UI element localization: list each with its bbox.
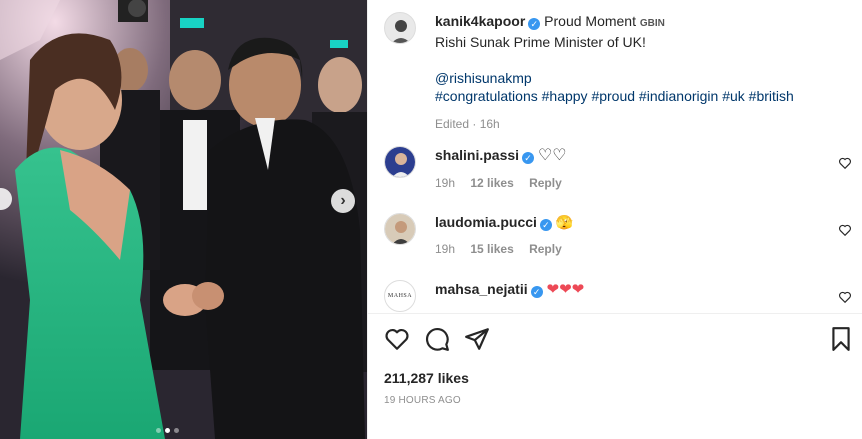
comment-time: 19h xyxy=(435,176,456,190)
comment: laudomia.pucci ✓ 🫣 19h 15 likes Reply xyxy=(384,213,854,258)
post-actions xyxy=(384,326,854,354)
commenter-avatar[interactable] xyxy=(384,213,416,245)
comment: shalini.passi ✓ ♡♡ 19h 12 likes Reply xyxy=(384,146,854,192)
comment: MAHSA mahsa_nejatii ✓ ❤❤❤ xyxy=(384,280,854,312)
verified-icon: ✓ xyxy=(530,286,543,298)
post-media[interactable]: › xyxy=(0,0,367,439)
hashtags[interactable]: #congratulations #happy #proud #indianor… xyxy=(435,87,794,105)
comment-likes[interactable]: 12 likes xyxy=(470,176,513,190)
commenter-avatar-text: MAHSA xyxy=(387,293,413,299)
next-slide-button[interactable]: › xyxy=(331,189,355,213)
comment-likes[interactable]: 15 likes xyxy=(470,242,513,256)
post-details-panel: kanik4kapoor ✓ Proud Moment GBIN Rishi Su… xyxy=(367,0,862,439)
author-username[interactable]: kanik4kapoor xyxy=(435,13,525,29)
slide-dot xyxy=(174,428,179,433)
bookmark-icon[interactable] xyxy=(828,326,854,352)
slide-indicator xyxy=(156,428,179,433)
verified-icon: ✓ xyxy=(528,18,541,30)
caption-flag: GBIN xyxy=(639,18,665,29)
mention-link[interactable]: @rishisunakmp xyxy=(435,69,794,87)
comment-username[interactable]: shalini.passi xyxy=(435,147,519,163)
caption-title: Proud Moment xyxy=(544,13,636,29)
share-icon[interactable] xyxy=(464,326,490,352)
comment-username[interactable]: laudomia.pucci xyxy=(435,214,537,230)
slide-dot xyxy=(156,428,161,433)
commenter-avatar[interactable]: MAHSA xyxy=(384,280,416,312)
post-timestamp[interactable]: 19 HOURS AGO xyxy=(384,395,461,406)
reply-button[interactable]: Reply xyxy=(529,176,562,190)
verified-icon: ✓ xyxy=(522,152,535,164)
chevron-right-icon: › xyxy=(340,192,346,209)
caption-line: Rishi Sunak Prime Minister of UK! xyxy=(435,34,646,50)
divider xyxy=(368,313,862,314)
author-avatar[interactable] xyxy=(384,12,416,44)
heart-icon[interactable] xyxy=(384,326,410,352)
edited-label: Edited · 16h xyxy=(435,117,500,131)
comment-time: 19h xyxy=(435,242,456,256)
slide-dot-active xyxy=(165,428,170,433)
comment-username[interactable]: mahsa_nejatii xyxy=(435,281,528,297)
likes-count[interactable]: 211,287 likes xyxy=(384,370,469,386)
post-photo xyxy=(0,0,367,439)
post-caption: kanik4kapoor ✓ Proud Moment GBIN Rishi Su… xyxy=(384,12,854,133)
commenter-avatar[interactable] xyxy=(384,146,416,178)
heart-icon[interactable] xyxy=(838,223,852,237)
comment-icon[interactable] xyxy=(424,326,450,352)
heart-icon[interactable] xyxy=(838,156,852,170)
comment-text: ♡♡ xyxy=(537,147,567,164)
comment-text: ❤❤❤ xyxy=(546,281,585,298)
comment-text: 🫣 xyxy=(555,214,574,230)
verified-icon: ✓ xyxy=(539,219,552,231)
heart-icon[interactable] xyxy=(838,290,852,304)
reply-button[interactable]: Reply xyxy=(529,242,562,256)
